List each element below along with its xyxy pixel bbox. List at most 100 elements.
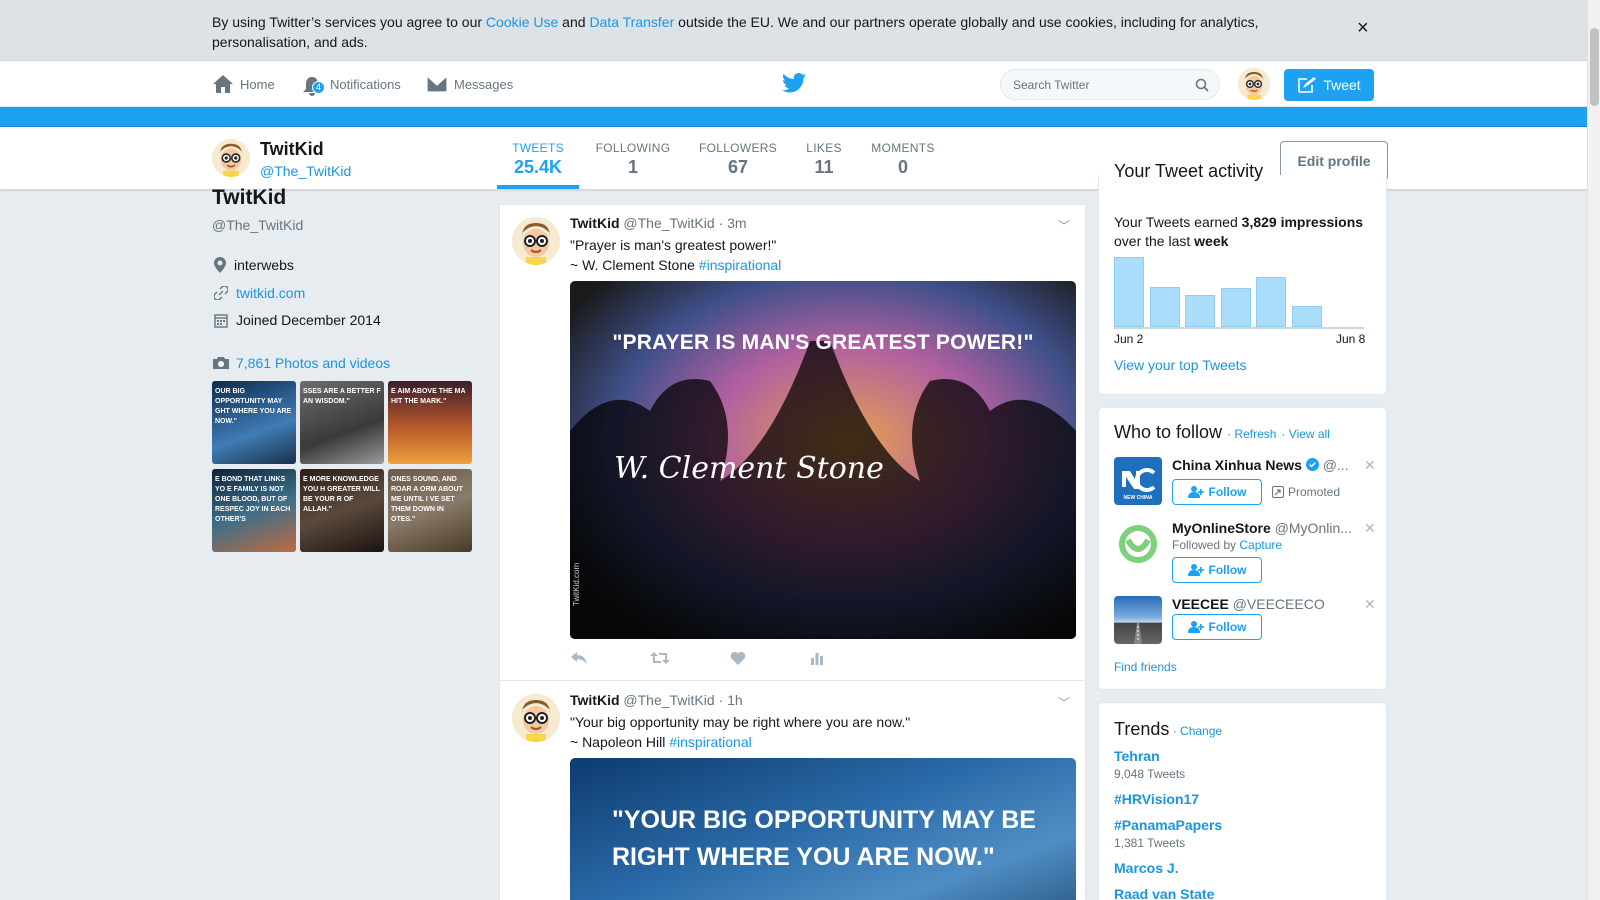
profile-nav-handle[interactable]: @The_TwitKid: [260, 163, 351, 179]
stat-tweets[interactable]: TWEETS 25.4K: [503, 141, 573, 178]
page-scrollbar[interactable]: [1587, 0, 1600, 900]
hashtag-link[interactable]: #inspirational: [699, 257, 782, 273]
activity-bar[interactable]: [1256, 277, 1286, 327]
trend-item[interactable]: Raad van State: [1114, 886, 1214, 900]
find-friends-link[interactable]: Find friends: [1114, 660, 1177, 674]
activity-bar[interactable]: [1114, 257, 1144, 327]
follow-button[interactable]: Follow: [1172, 614, 1262, 640]
image-quote-line: RIGHT WHERE YOU ARE NOW.": [612, 843, 995, 871]
who-to-follow-card: Who to follow · Refresh · View all NEW C…: [1098, 407, 1387, 690]
website-link[interactable]: twitkid.com: [236, 285, 305, 301]
stat-moments[interactable]: MOMENTS 0: [870, 141, 936, 178]
tweet-button[interactable]: Tweet: [1284, 69, 1374, 101]
view-top-tweets-link[interactable]: View your top Tweets: [1114, 357, 1247, 373]
image-watermark: TwitKid.com: [572, 562, 581, 606]
media-thumbnail[interactable]: OUR BIG OPPORTUNITY MAY GHT WHERE YOU AR…: [212, 381, 296, 464]
follow-button-label: Follow: [1208, 485, 1247, 499]
trend-item[interactable]: #HRVision17: [1114, 791, 1199, 807]
profile-nav-name[interactable]: TwitKid: [260, 139, 324, 160]
trend-name: Marcos J.: [1114, 860, 1179, 876]
media-thumbnail[interactable]: E AIM ABOVE THE MA HIT THE MARK.": [388, 381, 472, 464]
tweet-timestamp[interactable]: · 1h: [719, 692, 743, 708]
stat-following[interactable]: FOLLOWING 1: [593, 141, 673, 178]
stat-likes[interactable]: LIKES 11: [801, 141, 847, 178]
activity-bar[interactable]: [1220, 288, 1251, 327]
followed-by-link[interactable]: Capture: [1239, 538, 1282, 552]
media-thumbnail[interactable]: E MORE KNOWLEDGE YOU H GREATER WILL BE Y…: [300, 469, 384, 552]
account-name-line[interactable]: MyOnlineStore @MyOnlin...: [1172, 520, 1357, 536]
tweet-avatar[interactable]: [512, 694, 560, 742]
account-avatar[interactable]: [1114, 596, 1162, 644]
activity-bar[interactable]: [1185, 295, 1215, 327]
account-name-line[interactable]: China Xinhua News @...: [1172, 457, 1357, 473]
tweet-text-line: ~ W. Clement Stone #inspirational: [570, 255, 781, 275]
change-trends-link[interactable]: Change: [1180, 724, 1222, 738]
search-icon[interactable]: [1195, 78, 1209, 92]
close-icon[interactable]: ×: [1357, 18, 1369, 38]
profile-nav-avatar[interactable]: [212, 139, 250, 177]
trend-count: 9,048 Tweets: [1114, 767, 1186, 781]
profile-handle[interactable]: @The_TwitKid: [212, 217, 303, 233]
search-input[interactable]: [1001, 70, 1181, 99]
tweet-text-line: ~ Napoleon Hill #inspirational: [570, 732, 910, 752]
tweet-author-name[interactable]: TwitKid: [570, 215, 620, 231]
view-all-link[interactable]: View all: [1289, 427, 1330, 441]
photos-videos-link[interactable]: 7,861 Photos and videos: [212, 355, 390, 371]
nav-home[interactable]: Home: [212, 61, 275, 107]
tweet[interactable]: TwitKid @The_TwitKid · 3m ﹀ "Prayer is m…: [500, 205, 1085, 681]
heart-icon[interactable]: [730, 651, 746, 665]
tweet-author-handle[interactable]: @The_TwitKid: [623, 692, 714, 708]
trends-card: Trends · Change Tehran 9,048 Tweets #HRVi…: [1098, 702, 1387, 900]
twitter-bird-icon[interactable]: [782, 73, 806, 93]
retweet-icon[interactable]: [650, 651, 670, 665]
dismiss-icon[interactable]: ✕: [1364, 457, 1376, 474]
reply-icon[interactable]: [570, 651, 588, 665]
activity-bar[interactable]: [1291, 306, 1322, 327]
dismiss-icon[interactable]: ✕: [1364, 520, 1376, 537]
nav-notifications[interactable]: 4 Notifications: [302, 61, 401, 107]
user-avatar[interactable]: [1238, 68, 1270, 100]
profile-website: twitkid.com: [214, 285, 305, 301]
analytics-icon[interactable]: [810, 651, 824, 665]
tweet-author-name[interactable]: TwitKid: [570, 692, 620, 708]
trend-item[interactable]: #PanamaPapers 1,381 Tweets: [1114, 817, 1222, 850]
media-thumbnail[interactable]: ONES SOUND, AND ROAR A ORM ABOUT ME UNTI…: [388, 469, 472, 552]
follow-suggestion: VEECEE @VEECEECO ✕ Follow: [1114, 596, 1376, 648]
tweet-image[interactable]: "YOUR BIG OPPORTUNITY MAY BE RIGHT WHERE…: [570, 758, 1076, 900]
trend-name: #PanamaPapers: [1114, 817, 1223, 833]
media-thumbnail[interactable]: SSES ARE A BETTER F AN WISDOM.": [300, 381, 384, 464]
tweet-avatar[interactable]: [512, 217, 560, 265]
data-transfer-link[interactable]: Data Transfer: [589, 14, 674, 30]
avatar-illustration: [512, 217, 560, 265]
tweet[interactable]: TwitKid @The_TwitKid · 1h ﹀ "Your big op…: [500, 682, 1085, 900]
cookie-use-link[interactable]: Cookie Use: [486, 14, 558, 30]
hashtag-link[interactable]: #inspirational: [669, 734, 752, 750]
thumbnail-text: E AIM ABOVE THE MA HIT THE MARK.": [391, 388, 466, 405]
follow-button[interactable]: Follow: [1172, 479, 1262, 505]
dismiss-icon[interactable]: ✕: [1364, 596, 1376, 613]
account-avatar[interactable]: [1114, 520, 1162, 568]
account-name-line[interactable]: VEECEE @VEECEECO: [1172, 596, 1357, 612]
tweet-author-handle[interactable]: @The_TwitKid: [623, 215, 714, 231]
profile-name[interactable]: TwitKid: [212, 186, 286, 210]
scrollbar-thumb[interactable]: [1590, 28, 1599, 106]
profile-header-banner: [0, 107, 1587, 127]
cookie-text: By using Twitter’s services you agree to…: [212, 12, 1352, 52]
stat-value: 11: [814, 157, 834, 177]
chart-end-label: Jun 8: [1336, 332, 1366, 346]
refresh-link[interactable]: Refresh: [1234, 427, 1276, 441]
trend-item[interactable]: Marcos J.: [1114, 860, 1179, 876]
stat-value: 0: [897, 157, 908, 177]
tweet-timestamp[interactable]: · 3m: [719, 215, 747, 231]
account-avatar[interactable]: NEW CHINA: [1114, 457, 1162, 505]
chevron-down-icon[interactable]: ﹀: [1058, 217, 1070, 234]
nav-messages[interactable]: Messages: [426, 61, 513, 107]
follow-button[interactable]: Follow: [1172, 557, 1262, 583]
media-thumbnail[interactable]: E BOND THAT LINKS YO E FAMILY IS NOT ONE…: [212, 469, 296, 552]
chevron-down-icon[interactable]: ﹀: [1058, 694, 1070, 711]
trend-item[interactable]: Tehran 9,048 Tweets: [1114, 748, 1185, 781]
stat-followers[interactable]: FOLLOWERS 67: [697, 141, 779, 178]
activity-bar[interactable]: [1149, 287, 1180, 327]
nav-home-label: Home: [240, 76, 275, 92]
tweet-image[interactable]: "PRAYER IS MAN'S GREATEST POWER!" W. Cle…: [570, 281, 1076, 639]
